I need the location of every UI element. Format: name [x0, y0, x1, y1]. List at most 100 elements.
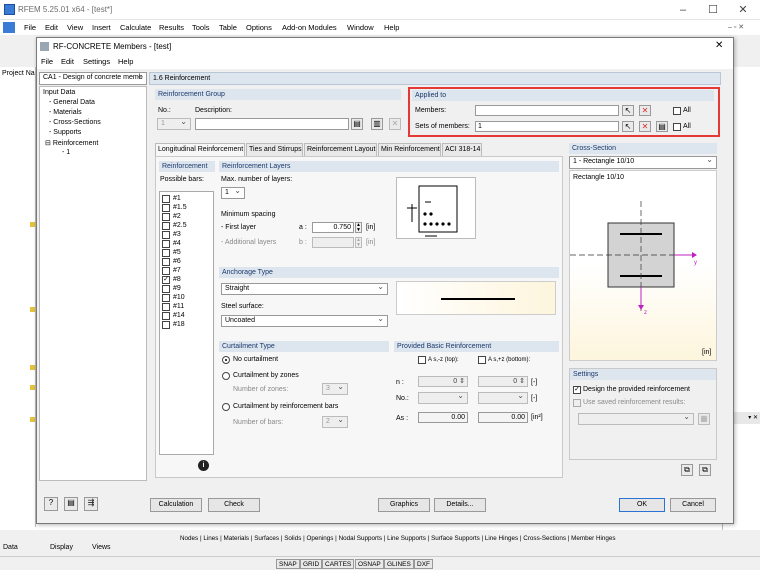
bottom-reinforcement-checkbox[interactable] [478, 356, 486, 364]
snap-toggle[interactable]: SNAP [276, 559, 300, 569]
maximize-icon[interactable]: ☐ [698, 2, 728, 18]
view-option-icon-1[interactable]: ⧉ [681, 464, 693, 476]
tree-supports[interactable]: - Supports [49, 129, 81, 136]
bar-checkbox[interactable] [162, 249, 170, 257]
menu-help[interactable]: Help [384, 23, 399, 32]
new-set-icon[interactable]: ▤ [656, 121, 668, 132]
tree-materials[interactable]: - Materials [49, 109, 82, 116]
bar-checkbox[interactable] [162, 213, 170, 221]
group-description-input[interactable] [195, 118, 349, 130]
menu-options[interactable]: Options [246, 23, 272, 32]
tab-aci-318[interactable]: ACI 318-14 [442, 143, 482, 156]
tab-longitudinal[interactable]: Longitudinal Reinforcement [155, 143, 245, 157]
clear-members-icon[interactable]: ✕ [639, 105, 651, 116]
group-no-select[interactable]: 1 [157, 117, 191, 130]
tree-cross-sections[interactable]: - Cross-Sections [49, 119, 101, 126]
additional-layers-input[interactable] [312, 237, 354, 248]
menu-tools[interactable]: Tools [192, 23, 210, 32]
bar-item[interactable]: #1.5 [162, 204, 212, 213]
bar-item[interactable]: ✓ #8 [162, 276, 212, 285]
dlg-menu-edit[interactable]: Edit [61, 57, 74, 66]
bar-checkbox[interactable] [162, 204, 170, 212]
bar-item[interactable]: #7 [162, 267, 212, 276]
menu-edit[interactable]: Edit [45, 23, 58, 32]
bar-checkbox[interactable] [162, 303, 170, 311]
dlg-menu-file[interactable]: File [41, 57, 53, 66]
grid-toggle[interactable]: GRID [300, 559, 323, 569]
bar-item[interactable]: #6 [162, 258, 212, 267]
tab-min-reinforcement[interactable]: Min Reinforcement [378, 143, 441, 156]
first-layer-spinner[interactable]: ▲ ▼ [355, 222, 362, 233]
bar-checkbox[interactable] [162, 294, 170, 302]
saved-results-icon[interactable]: ▦ [698, 413, 710, 425]
new-group-icon[interactable]: ▤ [351, 118, 363, 130]
no-top-select[interactable] [418, 391, 468, 404]
tab-ties-stirrups[interactable]: Ties and Stirrups [246, 143, 303, 156]
n-bottom-input[interactable]: 0 ⇕ [478, 376, 528, 387]
bar-checkbox[interactable] [162, 285, 170, 293]
case-select[interactable]: CA1 - Design of concrete memb [39, 71, 147, 85]
menu-calculate[interactable]: Calculate [120, 23, 151, 32]
bar-checkbox[interactable] [162, 258, 170, 266]
bar-item[interactable]: #4 [162, 240, 212, 249]
close-window-icon[interactable]: ✕ [728, 2, 758, 18]
bar-item[interactable]: #14 [162, 312, 212, 321]
sets-all-checkbox[interactable] [673, 123, 681, 131]
ok-button[interactable]: OK [619, 498, 665, 512]
bar-item[interactable]: #11 [162, 303, 212, 312]
minimize-icon[interactable]: – [668, 2, 698, 18]
tree-reinforcement[interactable]: ⊟ Reinforcement [45, 139, 98, 147]
dlg-menu-settings[interactable]: Settings [83, 57, 110, 66]
osnap-toggle[interactable]: OSNAP [355, 559, 384, 569]
menu-results[interactable]: Results [159, 23, 184, 32]
bar-checkbox[interactable] [162, 231, 170, 239]
menu-addon[interactable]: Add-on Modules [282, 23, 337, 32]
bar-item[interactable]: #9 [162, 285, 212, 294]
anchorage-type-select[interactable]: Straight [221, 282, 388, 295]
bar-item[interactable]: #2 [162, 213, 212, 222]
no-curtailment-radio[interactable] [222, 356, 230, 364]
menu-insert[interactable]: Insert [92, 23, 111, 32]
members-all-checkbox[interactable] [673, 107, 681, 115]
cartes-toggle[interactable]: CARTES [322, 559, 355, 569]
steel-surface-select[interactable]: Uncoated [221, 314, 388, 327]
mdi-controls-icon[interactable]: – ▫ ✕ [728, 23, 744, 31]
help-icon[interactable]: ? [44, 497, 58, 511]
max-layers-select[interactable]: 1 [221, 186, 245, 199]
no-bottom-select[interactable] [478, 391, 528, 404]
menu-table[interactable]: Table [219, 23, 237, 32]
tab-reinforcement-layout[interactable]: Reinforcement Layout [304, 143, 377, 156]
bar-checkbox[interactable] [162, 267, 170, 275]
number-of-bars-select[interactable]: 2 [322, 415, 348, 428]
tab-display[interactable]: Display [50, 544, 73, 551]
bar-item[interactable]: #18 [162, 321, 212, 330]
glines-toggle[interactable]: GLINES [384, 559, 414, 569]
bar-item[interactable]: #5 [162, 249, 212, 258]
table-view-icon[interactable]: ▤ [64, 497, 78, 511]
additional-layers-spinner[interactable]: ▲ ▼ [355, 237, 362, 248]
tab-views[interactable]: Views [92, 544, 111, 551]
select-members-icon[interactable]: ↖ [622, 105, 634, 116]
number-of-zones-select[interactable]: 3 [322, 382, 348, 395]
clear-sets-icon[interactable]: ✕ [639, 121, 651, 132]
bar-checkbox[interactable] [162, 222, 170, 230]
bar-item[interactable]: #10 [162, 294, 212, 303]
top-reinforcement-checkbox[interactable] [418, 356, 426, 364]
dialog-close-icon[interactable]: ✕ [715, 40, 723, 51]
select-sets-icon[interactable]: ↖ [622, 121, 634, 132]
members-input[interactable] [475, 105, 619, 116]
delete-group-icon[interactable]: ✕ [389, 118, 401, 130]
tree-general-data[interactable]: - General Data [49, 99, 95, 106]
cancel-button[interactable]: Cancel [670, 498, 716, 512]
info-icon[interactable]: i [198, 460, 209, 471]
bar-item[interactable]: #3 [162, 231, 212, 240]
cross-section-select[interactable]: 1 - Rectangle 10/10 [569, 155, 717, 169]
curtailment-zones-radio[interactable] [222, 372, 230, 380]
bar-item[interactable]: #2.5 [162, 222, 212, 231]
graphics-button[interactable]: Graphics [378, 498, 430, 512]
tree-input-data[interactable]: Input Data [43, 89, 75, 96]
view-option-icon-2[interactable]: ⧉ [699, 464, 711, 476]
menu-view[interactable]: View [67, 23, 83, 32]
dxf-toggle[interactable]: DXF [414, 559, 433, 569]
tab-data[interactable]: Data [3, 544, 18, 551]
